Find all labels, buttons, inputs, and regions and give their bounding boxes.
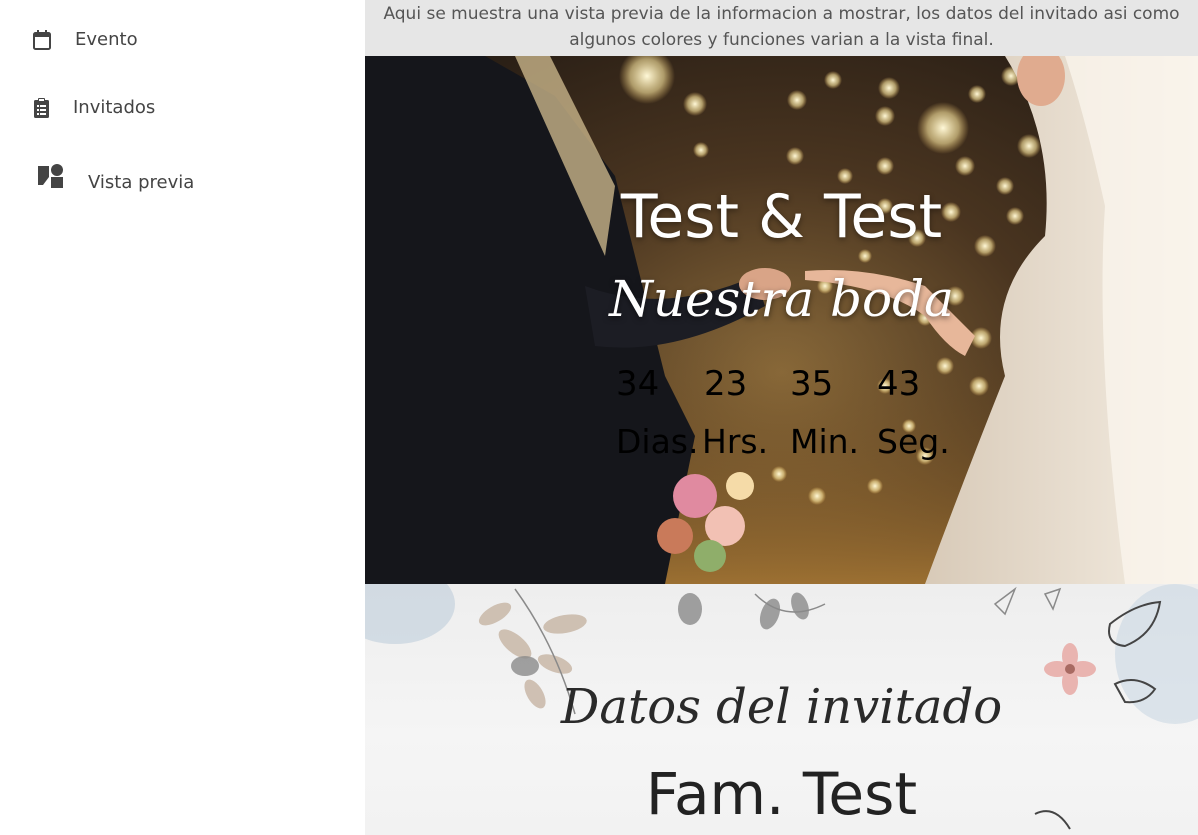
shapes-preview-icon (37, 163, 65, 196)
countdown-seconds-label: Seg. (877, 422, 950, 461)
countdown-days-value: 34 (616, 364, 660, 404)
preview-panel: Aqui se muestra una vista previa de la i… (365, 0, 1198, 835)
countdown-minutes-value: 35 (790, 364, 834, 404)
sidebar-item-label: Evento (75, 29, 138, 50)
clipboard-list-icon (34, 98, 49, 123)
hero-subtitle: Nuestra boda (609, 270, 954, 328)
countdown-minutes-label: Min. (790, 422, 860, 461)
countdown-days-label: Dias. (616, 422, 699, 461)
sidebar-item-evento[interactable]: Evento (0, 26, 365, 56)
countdown-hours-label: Hrs. (702, 422, 769, 461)
guest-section: Datos del invitado Fam. Test (365, 584, 1198, 835)
sidebar: Evento Invitados Vista previa (0, 0, 365, 835)
countdown-seconds-value: 43 (877, 364, 921, 404)
hero-banner: Test & Test Nuestra boda 34 23 35 43 Dia… (365, 56, 1198, 584)
sidebar-item-label: Vista previa (88, 172, 195, 193)
sidebar-item-invitados[interactable]: Invitados (0, 94, 365, 124)
sidebar-item-vista-previa[interactable]: Vista previa (0, 162, 365, 202)
guest-section-title: Datos del invitado (560, 679, 1003, 735)
hero-title: Test & Test (620, 182, 943, 252)
preview-notice: Aqui se muestra una vista previa de la i… (365, 0, 1198, 56)
countdown-hours-value: 23 (704, 364, 748, 404)
calendar-icon (33, 30, 51, 55)
guest-name: Fam. Test (645, 760, 918, 828)
sidebar-item-label: Invitados (73, 97, 156, 118)
countdown: 34 23 35 43 Dias. Hrs. Min. Seg. (616, 364, 976, 474)
